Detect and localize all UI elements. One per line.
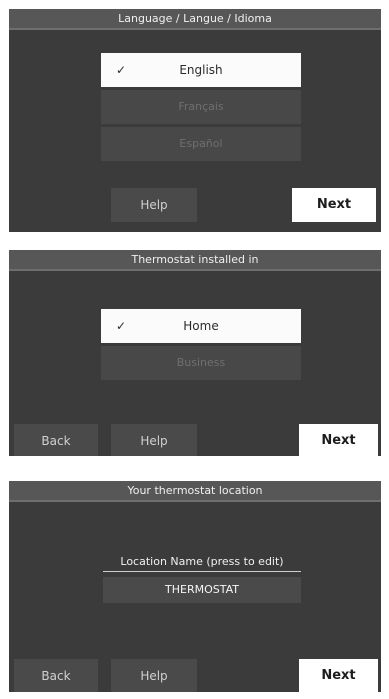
back-button[interactable]: Back [14, 424, 98, 456]
installed-in-screen: Thermostat installed in ✓ Home Business … [9, 250, 381, 456]
help-button[interactable]: Help [111, 188, 197, 222]
help-button[interactable]: Help [111, 424, 197, 456]
help-label: Help [140, 669, 168, 683]
next-button[interactable]: Next [299, 659, 378, 692]
location-name-field[interactable]: THERMOSTAT [103, 577, 301, 603]
option-english[interactable]: ✓ English [101, 53, 301, 87]
back-label: Back [41, 669, 71, 683]
option-label: English [179, 63, 223, 77]
option-label: Español [179, 137, 223, 150]
option-label: Business [176, 356, 226, 369]
option-francais[interactable]: Français [101, 90, 301, 124]
option-business[interactable]: Business [101, 346, 301, 380]
screen-title: Language / Langue / Idioma [9, 9, 381, 30]
language-screen: Language / Langue / Idioma ✓ English Fra… [9, 9, 381, 232]
check-icon: ✓ [116, 319, 127, 333]
option-espanol[interactable]: Español [101, 127, 301, 161]
option-label: Home [183, 319, 219, 333]
option-home[interactable]: ✓ Home [101, 309, 301, 343]
location-name-label: Location Name (press to edit) [103, 555, 301, 572]
help-label: Help [140, 434, 168, 448]
next-label: Next [321, 433, 356, 448]
help-label: Help [140, 198, 168, 212]
next-label: Next [316, 197, 352, 212]
screen-title: Your thermostat location [9, 481, 381, 502]
option-label: Français [178, 100, 224, 113]
check-icon: ✓ [116, 63, 127, 77]
next-button[interactable]: Next [299, 424, 378, 456]
back-button[interactable]: Back [14, 659, 98, 692]
next-button[interactable]: Next [292, 188, 376, 222]
help-button[interactable]: Help [111, 659, 197, 692]
screen-title: Thermostat installed in [9, 250, 381, 271]
back-label: Back [41, 434, 71, 448]
location-screen: Your thermostat location Location Name (… [9, 481, 381, 692]
next-label: Next [321, 668, 356, 683]
